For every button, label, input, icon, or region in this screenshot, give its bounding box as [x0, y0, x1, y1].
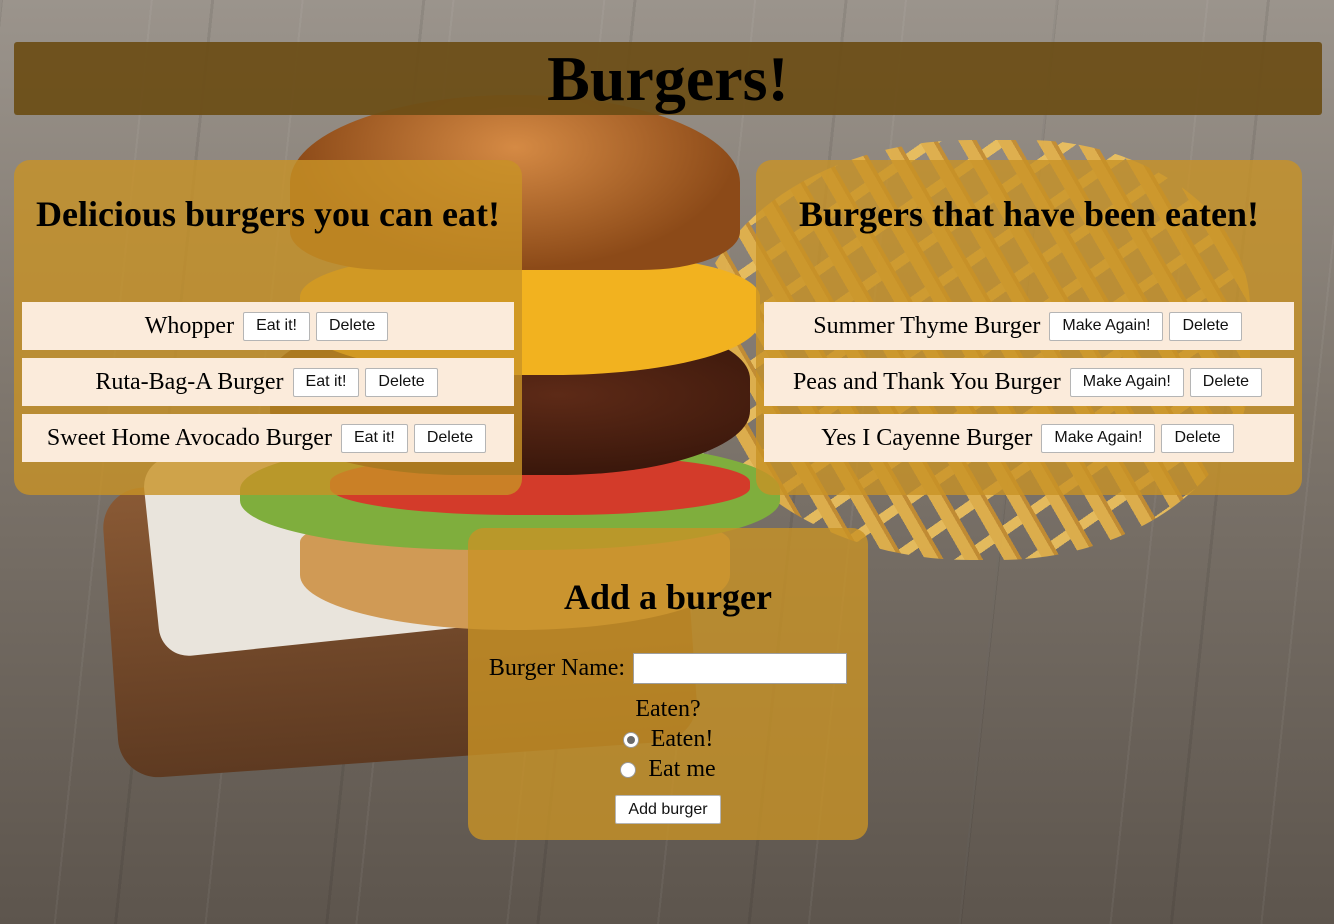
radio-eat-me-label: Eat me	[648, 756, 716, 782]
burger-name: Ruta-Bag-A Burger	[95, 368, 284, 395]
uneaten-burgers-panel: Delicious burgers you can eat! Whopper E…	[14, 160, 522, 495]
burger-name-input[interactable]	[633, 653, 848, 684]
add-burger-panel: Add a burger Burger Name: Eaten? Eaten! …	[468, 528, 868, 840]
eat-it-button[interactable]: Eat it!	[292, 367, 360, 397]
delete-button[interactable]: Delete	[365, 367, 438, 397]
eaten-panel-title: Burgers that have been eaten!	[799, 194, 1259, 234]
burger-name: Summer Thyme Burger	[813, 312, 1041, 339]
radio-option-eaten[interactable]: Eaten!	[468, 726, 868, 753]
radio-eat-me[interactable]	[620, 761, 637, 778]
burger-name: Peas and Thank You Burger	[792, 368, 1061, 395]
delete-button[interactable]: Delete	[413, 423, 487, 453]
delete-button[interactable]: Delete	[1189, 367, 1263, 397]
list-item: Yes I Cayenne Burger Make Again! Delete	[764, 414, 1294, 462]
list-item: Summer Thyme Burger Make Again! Delete	[764, 302, 1294, 350]
burger-name-row: Burger Name:	[468, 653, 868, 684]
burger-name: Yes I Cayenne Burger	[821, 424, 1033, 451]
radio-eaten-label: Eaten!	[650, 726, 714, 752]
make-again-button[interactable]: Make Again!	[1069, 367, 1184, 397]
page-header: Burgers!	[14, 42, 1322, 115]
eaten-burgers-panel: Burgers that have been eaten! Summer Thy…	[756, 160, 1302, 495]
list-item: Peas and Thank You Burger Make Again! De…	[764, 358, 1294, 406]
add-burger-button[interactable]: Add burger	[615, 795, 721, 824]
list-item: Ruta-Bag-A Burger Eat it! Delete	[22, 358, 514, 406]
delete-button[interactable]: Delete	[1161, 423, 1234, 453]
radio-eaten[interactable]	[622, 731, 639, 748]
make-again-button[interactable]: Make Again!	[1049, 311, 1164, 341]
make-again-button[interactable]: Make Again!	[1041, 423, 1156, 453]
delete-button[interactable]: Delete	[315, 311, 389, 341]
burger-name-label: Burger Name:	[488, 655, 626, 681]
page-title: Burgers!	[547, 43, 789, 114]
radio-option-eat-me[interactable]: Eat me	[468, 756, 868, 783]
eaten-question: Eaten?	[635, 696, 701, 722]
submit-wrap: Add burger	[468, 795, 868, 824]
delete-button[interactable]: Delete	[1169, 311, 1242, 341]
add-burger-title: Add a burger	[563, 577, 773, 617]
uneaten-burger-list: Whopper Eat it! Delete Ruta-Bag-A Burger…	[22, 302, 514, 470]
eat-it-button[interactable]: Eat it!	[243, 311, 310, 341]
burger-name: Sweet Home Avocado Burger	[46, 424, 332, 451]
list-item: Whopper Eat it! Delete	[22, 302, 514, 350]
burger-name: Whopper	[144, 312, 235, 339]
eaten-burger-list: Summer Thyme Burger Make Again! Delete P…	[764, 302, 1294, 470]
uneaten-panel-title: Delicious burgers you can eat!	[36, 194, 500, 234]
list-item: Sweet Home Avocado Burger Eat it! Delete	[22, 414, 514, 462]
eat-it-button[interactable]: Eat it!	[340, 423, 408, 453]
